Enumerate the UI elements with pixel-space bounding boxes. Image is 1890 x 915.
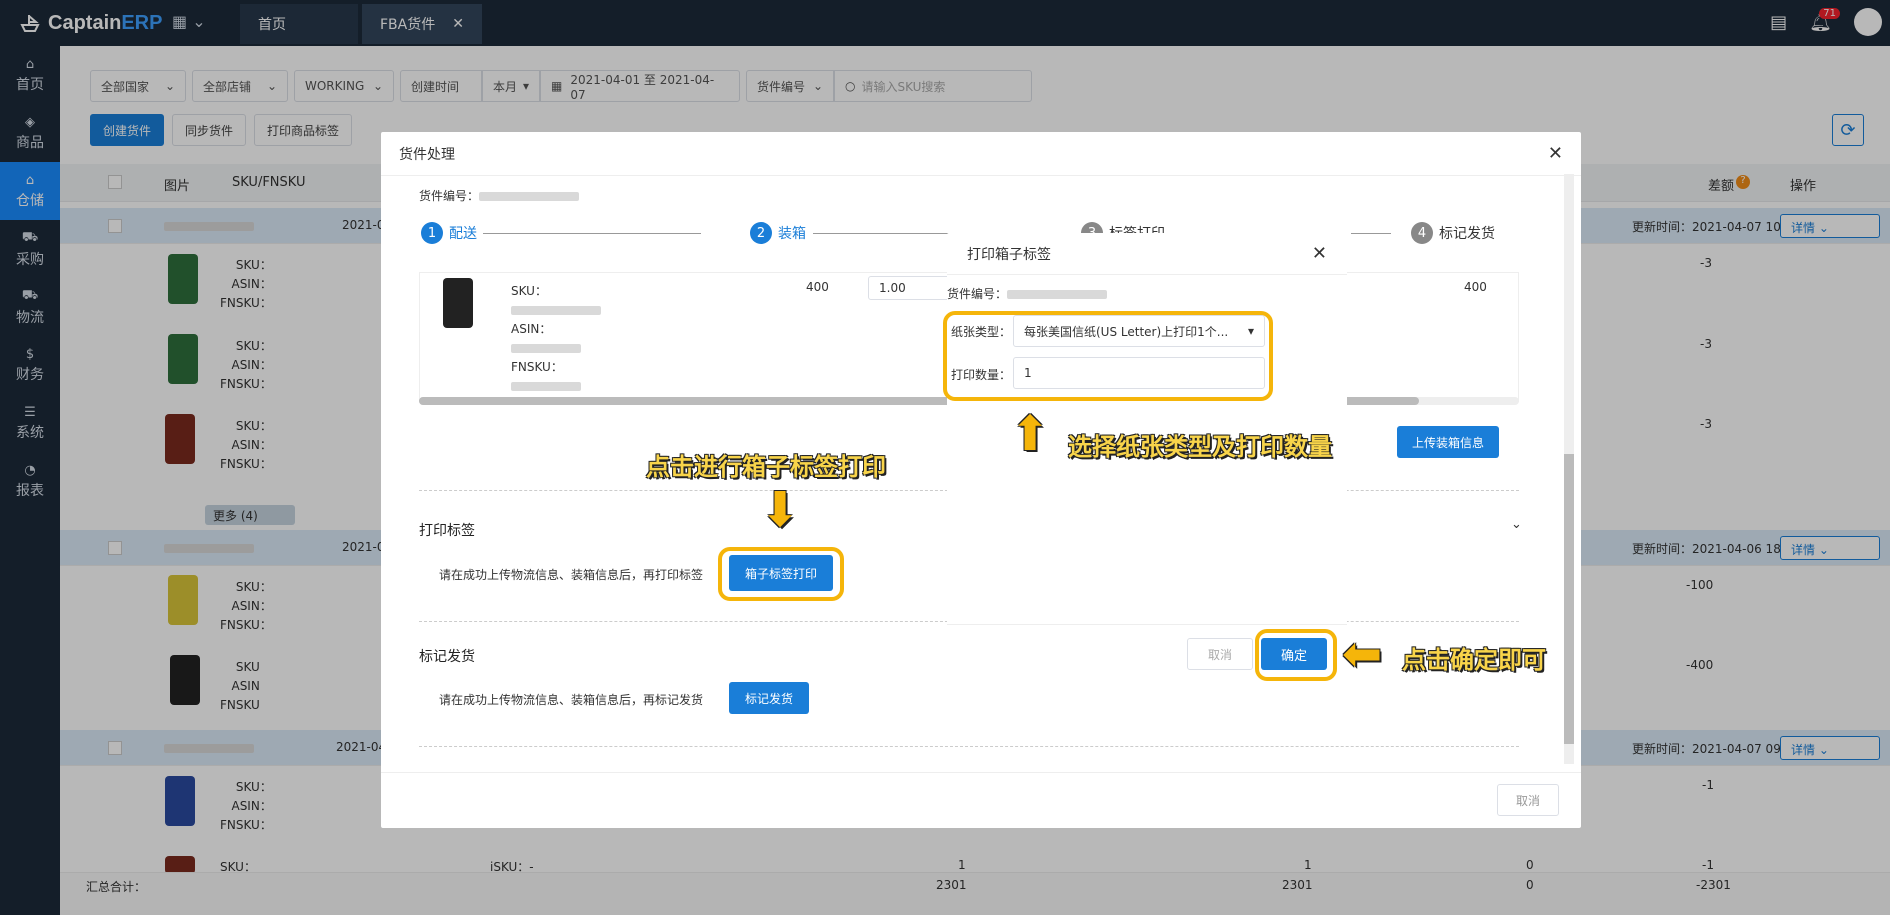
step-4: 4 标记发货: [1411, 222, 1495, 244]
upload-box-info-button[interactable]: 上传装箱信息: [1397, 426, 1499, 458]
step-label: 配送: [449, 226, 477, 242]
dialog-footer-divider: [381, 772, 1581, 773]
sku-blur: [511, 306, 601, 315]
ship-section-title: 标记发货: [419, 649, 475, 665]
annotation-print-label: 点击进行箱子标签打印: [646, 453, 886, 481]
print-cancel-button[interactable]: 取消: [1187, 638, 1253, 670]
dialog-header: 货件处理 ✕: [381, 132, 1581, 176]
arrow-up-icon: ⬆: [1010, 406, 1051, 462]
arrow-down-icon: ⬇: [760, 482, 801, 538]
step-number: 1: [421, 222, 443, 244]
close-icon[interactable]: ✕: [1312, 243, 1327, 264]
print-section-title: 打印标签: [419, 523, 475, 539]
product-image: [443, 278, 473, 328]
code-label: 货件编号：: [947, 287, 1008, 301]
step-number: 4: [1411, 222, 1433, 244]
code-blur: [1007, 290, 1108, 299]
chevron-down-icon[interactable]: ⌄: [1511, 517, 1522, 532]
print-hint: 请在成功上传物流信息、装箱信息后，再打印标签: [439, 568, 704, 582]
fnsku-blur: [511, 382, 581, 391]
step-label: 装箱: [778, 226, 806, 242]
step-1: 1 配送: [421, 222, 477, 244]
ship-hint: 请在成功上传物流信息、装箱信息后，再标记发货: [439, 693, 704, 707]
close-icon[interactable]: ✕: [1548, 143, 1563, 164]
highlight-confirm-button: [1255, 629, 1337, 681]
step-label: 标记发货: [1439, 226, 1495, 242]
fnsku-label: FNSKU：: [511, 360, 563, 374]
item-qty2: 400: [1464, 280, 1487, 294]
asin-blur: [511, 344, 581, 353]
arrow-left-icon: ⬅: [1342, 626, 1383, 682]
scrollbar-thumb[interactable]: [1564, 454, 1574, 744]
annotation-paper-count: 选择纸张类型及打印数量: [1068, 433, 1332, 461]
sku-label: SKU：: [511, 284, 547, 298]
vertical-scrollbar[interactable]: [1564, 174, 1574, 764]
box-value-input[interactable]: 1.00: [868, 276, 958, 300]
item-qty: 400: [806, 280, 829, 294]
step-2: 2 装箱: [750, 222, 806, 244]
annotation-confirm: 点击确定即可: [1402, 646, 1546, 674]
dialog-cancel-button[interactable]: 取消: [1497, 784, 1559, 816]
box-value: 1.00: [879, 281, 906, 295]
print-dialog-header: 打印箱子标签 ✕: [947, 233, 1347, 275]
shipment-code: 货件编号：: [419, 187, 580, 204]
asin-label: ASIN：: [511, 322, 552, 336]
highlight-print-button: [718, 547, 844, 601]
print-shipment-code: 货件编号：: [947, 285, 1108, 302]
divider: [419, 746, 1519, 747]
step-connector: [483, 233, 701, 234]
code-label: 货件编号：: [419, 189, 480, 203]
highlight-print-fields: [943, 311, 1273, 401]
print-dialog-footer-divider: [947, 624, 1347, 625]
code-blur: [479, 192, 580, 201]
print-dialog-title: 打印箱子标签: [967, 246, 1051, 263]
step-connector: [813, 233, 953, 234]
dialog-title: 货件处理: [399, 146, 455, 163]
step-number: 2: [750, 222, 772, 244]
box-item-sku: SKU： ASIN： FNSKU：: [511, 282, 601, 396]
step-connector: [1351, 233, 1391, 234]
mark-shipped-button[interactable]: 标记发货: [729, 682, 809, 714]
